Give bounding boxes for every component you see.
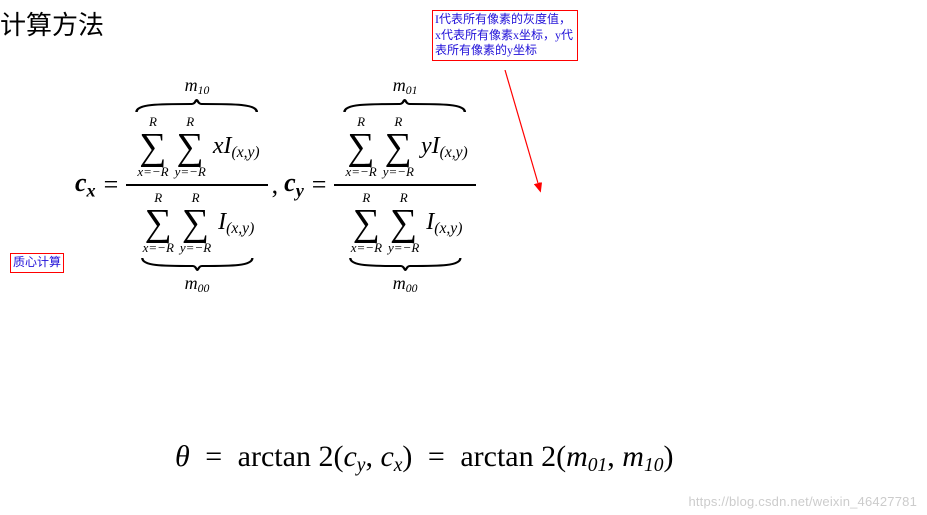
equation-centroid: cx = m10 R ∑ x=−R R ∑ y=−R: [75, 70, 476, 300]
watermark: https://blog.csdn.net/weixin_46427781: [688, 494, 917, 509]
annotation-note: I代表所有像素的灰度值，x代表所有像素x坐标，y代表所有像素的y坐标: [432, 10, 578, 61]
annotation-centroid: 质心计算: [10, 253, 64, 273]
page-title: 计算方法: [0, 5, 104, 42]
equation-theta: θ = arctan 2(cy, cx) = arctan 2(m01, m10…: [175, 440, 673, 477]
annotation-arrow: [500, 70, 560, 200]
